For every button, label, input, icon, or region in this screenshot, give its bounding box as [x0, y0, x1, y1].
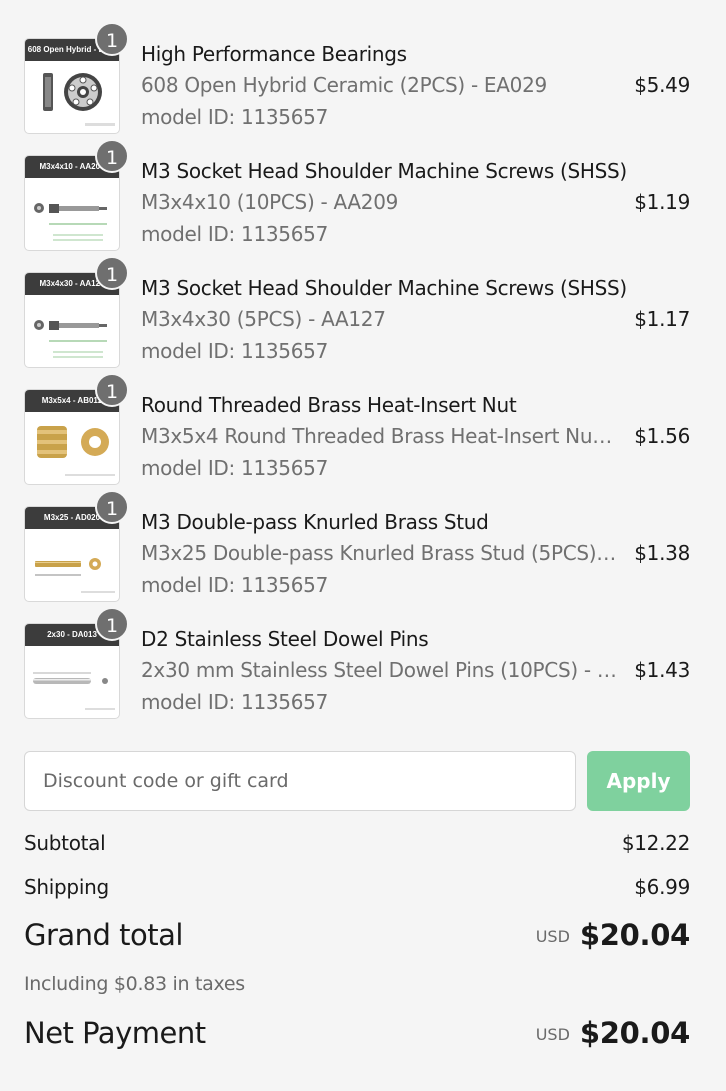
- net-payment-currency: USD: [535, 1025, 570, 1044]
- product-variant: M3x4x10 (10PCS) - AA209: [141, 190, 399, 214]
- item-price: $1.43: [634, 658, 690, 682]
- shipping-value: $6.99: [634, 875, 690, 899]
- grand-total-label: Grand total: [24, 918, 183, 952]
- product-title: M3 Socket Head Shoulder Machine Screws (…: [141, 159, 627, 183]
- product-variant: M3x25 Double-pass Knurled Brass Stud (5P…: [141, 541, 617, 565]
- item-price: $1.38: [634, 541, 690, 565]
- net-payment-label: Net Payment: [24, 1016, 206, 1050]
- product-variant: M3x4x30 (5PCS) - AA127: [141, 307, 386, 331]
- product-variant: 608 Open Hybrid Ceramic (2PCS) - EA029: [141, 73, 547, 97]
- apply-discount-button[interactable]: Apply: [587, 751, 690, 811]
- dowel-pin-icon: [33, 672, 115, 710]
- cart-item[interactable]: M3x4x10 - AA209 1 M3 Socket Head Shoulde…: [24, 117, 690, 251]
- net-payment-value: $20.04: [579, 1016, 690, 1050]
- quantity-badge: 1: [95, 139, 129, 173]
- product-variant: M3x5x4 Round Threaded Brass Heat-Insert …: [141, 424, 617, 448]
- product-variant: 2x30 mm Stainless Steel Dowel Pins (10PC…: [141, 658, 617, 682]
- cart-item[interactable]: M3x4x30 - AA127 1 M3 Socket Head Shoulde…: [24, 234, 690, 368]
- quantity-badge: 1: [95, 373, 129, 407]
- shipping-label: Shipping: [24, 875, 109, 899]
- grand-total-currency: USD: [535, 927, 570, 946]
- discount-code-input[interactable]: [24, 751, 576, 811]
- product-title: High Performance Bearings: [141, 42, 407, 66]
- model-id: model ID: 1135657: [141, 690, 328, 714]
- quantity-badge: 1: [95, 22, 129, 56]
- cart-item[interactable]: M3x25 - AD020 1 M3 Double-pass Knurled B…: [24, 468, 690, 602]
- quantity-badge: 1: [95, 490, 129, 524]
- subtotal-label: Subtotal: [24, 831, 106, 855]
- taxes-note: Including $0.83 in taxes: [24, 973, 245, 995]
- product-title: D2 Stainless Steel Dowel Pins: [141, 627, 429, 651]
- net-payment: USD $20.04: [535, 1016, 691, 1050]
- quantity-badge: 1: [95, 607, 129, 641]
- item-price: $1.19: [634, 190, 690, 214]
- product-title: M3 Socket Head Shoulder Machine Screws (…: [141, 276, 627, 300]
- quantity-badge: 1: [95, 256, 129, 290]
- item-price: $1.17: [634, 307, 690, 331]
- product-title: Round Threaded Brass Heat-Insert Nut: [141, 393, 517, 417]
- cart-item[interactable]: M3x5x4 - AB012 1 Round Threaded Brass He…: [24, 351, 690, 485]
- subtotal-value: $12.22: [621, 831, 690, 855]
- grand-total-value: $20.04: [579, 918, 690, 952]
- item-price: $1.56: [634, 424, 690, 448]
- cart-item[interactable]: 2x30 - DA013 1 D2 Stainless Steel Dowel …: [24, 585, 690, 719]
- grand-total: USD $20.04: [535, 918, 691, 952]
- product-title: M3 Double-pass Knurled Brass Stud: [141, 510, 489, 534]
- cart-item[interactable]: 608 Open Hybrid - EA... 1 High Performan…: [24, 0, 690, 134]
- item-price: $5.49: [634, 73, 690, 97]
